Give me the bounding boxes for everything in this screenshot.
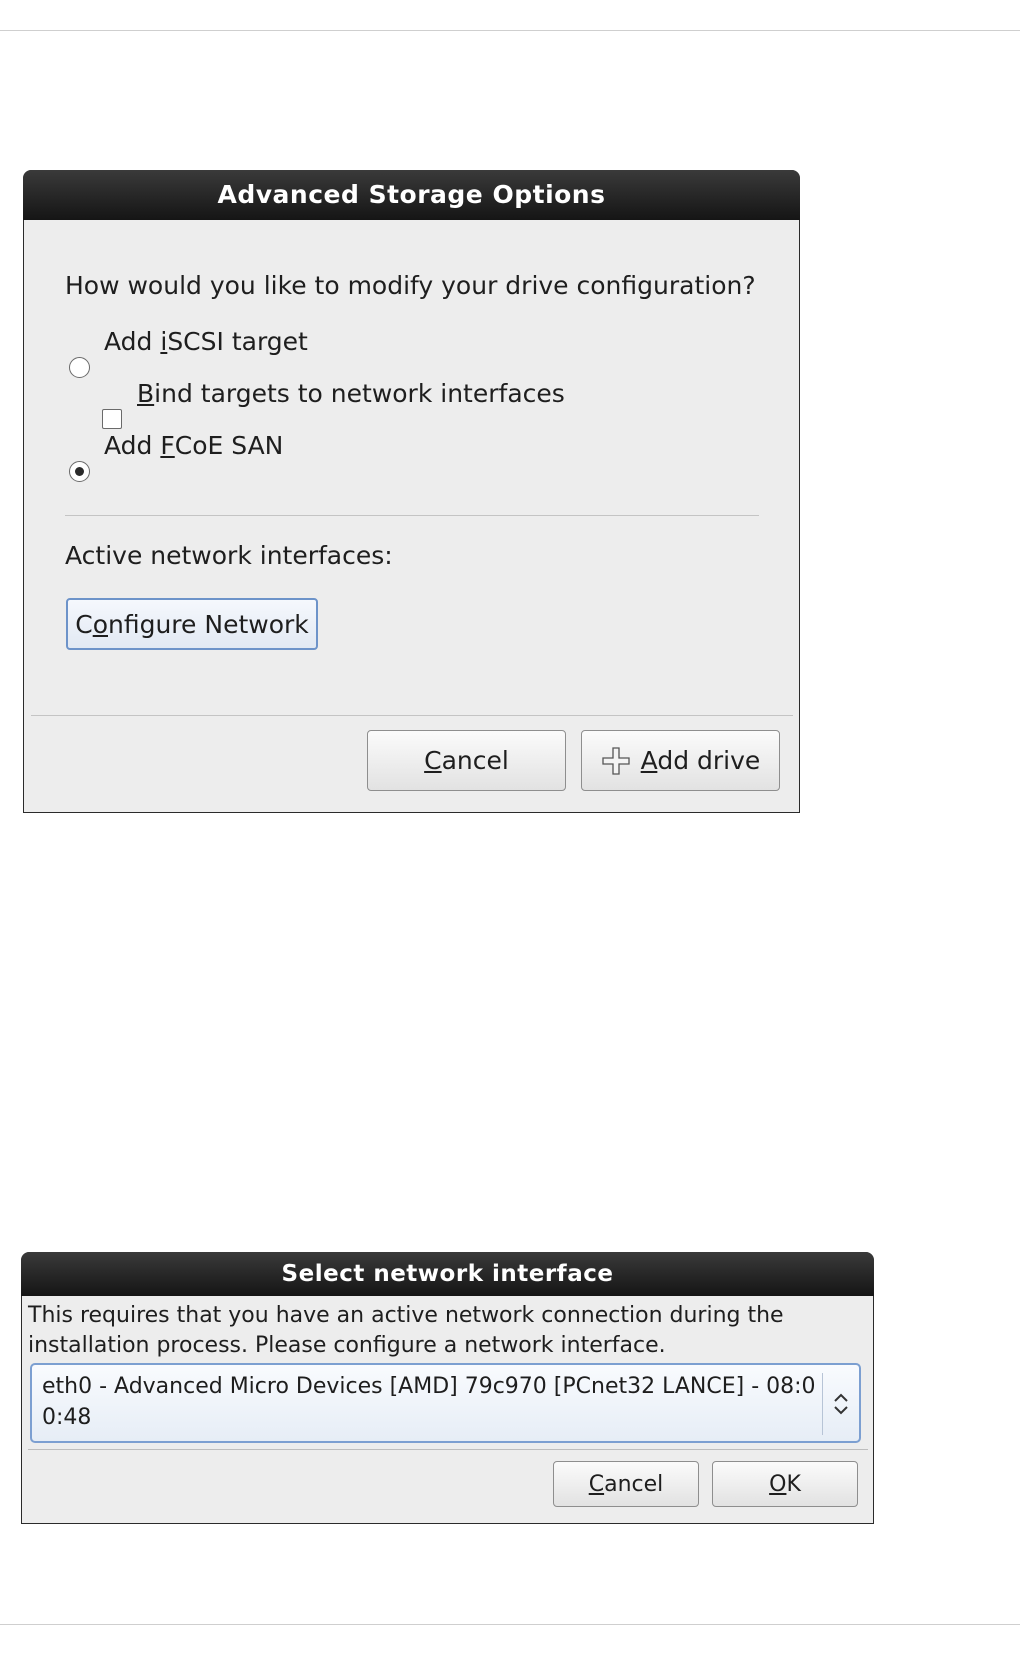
ok-button[interactable]: OK <box>712 1461 858 1507</box>
combo-divider <box>822 1373 823 1435</box>
button-area-separator <box>28 1449 868 1450</box>
add-fcoe-label[interactable]: Add FCoE SAN <box>104 431 283 460</box>
plus-icon <box>602 746 630 775</box>
add-iscsi-label[interactable]: Add iSCSI target <box>104 327 308 356</box>
radio-button[interactable] <box>69 357 90 378</box>
cancel-button[interactable]: Cancel <box>553 1461 699 1507</box>
configure-network-button[interactable]: Configure Network <box>66 598 318 650</box>
radio-button-selected[interactable] <box>69 461 90 482</box>
checkbox[interactable] <box>102 409 122 429</box>
dialog-title: Advanced Storage Options <box>23 170 800 220</box>
question-label: How would you like to modify your drive … <box>65 271 756 300</box>
chevron-up-down-icon[interactable] <box>831 1389 851 1419</box>
dialog-title: Select network interface <box>21 1252 874 1296</box>
cancel-label: Cancel <box>424 746 509 775</box>
ok-label: OK <box>769 1471 801 1497</box>
add-drive-label: Add drive <box>640 746 761 775</box>
bind-targets-label[interactable]: Bind targets to network interfaces <box>137 379 565 408</box>
cancel-label: Cancel <box>588 1471 664 1497</box>
top-divider <box>0 30 1020 31</box>
cancel-button[interactable]: Cancel <box>367 730 566 791</box>
configure-network-label: Configure Network <box>75 609 309 639</box>
add-drive-button[interactable]: Add drive <box>581 730 780 791</box>
advanced-storage-dialog: Advanced Storage Options How would you l… <box>23 170 800 813</box>
button-area-separator <box>31 715 793 716</box>
select-network-interface-dialog: Select network interface This requires t… <box>21 1252 874 1524</box>
section-separator <box>65 515 759 516</box>
active-interfaces-label: Active network interfaces: <box>65 541 393 570</box>
interface-combobox[interactable]: eth0 - Advanced Micro Devices [AMD] 79c9… <box>30 1363 861 1443</box>
selected-interface-text: eth0 - Advanced Micro Devices [AMD] 79c9… <box>42 1374 816 1430</box>
description-text: This requires that you have an active ne… <box>28 1303 784 1358</box>
bottom-divider <box>0 1624 1020 1625</box>
